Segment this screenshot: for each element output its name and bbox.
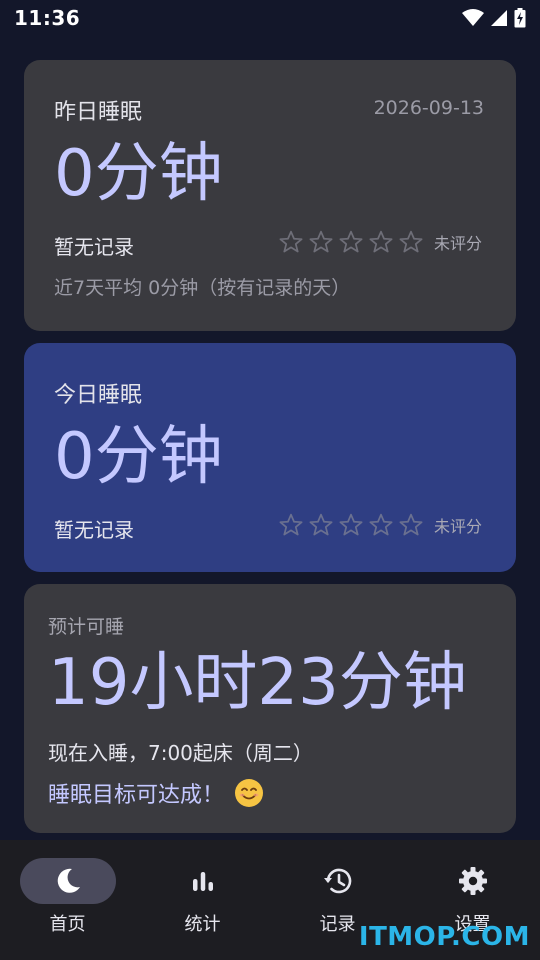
star-icon[interactable] (308, 229, 334, 255)
yesterday-title: 昨日睡眠 (54, 100, 143, 125)
smile-emoji-icon (235, 779, 264, 807)
star-icon[interactable] (398, 512, 424, 538)
weekly-average: 近7天平均 0分钟（按有记录的天） (54, 277, 351, 299)
estimate-title: 预计可睡 (48, 616, 125, 638)
nav-label: 统计 (184, 914, 221, 935)
bar-chart-icon (192, 872, 213, 891)
nav-home[interactable]: 首页 (0, 840, 135, 960)
wifi-icon (462, 9, 484, 26)
star-icon[interactable] (368, 512, 394, 538)
yesterday-rating[interactable]: 未评分 (278, 229, 482, 255)
status-icons (462, 8, 526, 28)
history-icon (323, 868, 351, 894)
today-rating[interactable]: 未评分 (278, 512, 482, 538)
wake-time-info: 现在入睡，7:00起床（周二） (48, 741, 313, 765)
yesterday-record-status: 暂无记录 (54, 235, 134, 259)
estimate-duration: 19小时23分钟 (48, 646, 467, 720)
rating-label: 未评分 (433, 234, 482, 253)
today-title: 今日睡眠 (54, 383, 143, 408)
nav-icon-container (290, 858, 386, 904)
star-icon[interactable] (338, 229, 364, 255)
yesterday-sleep-card[interactable]: 昨日睡眠 2026-09-13 0分钟 暂无记录 未评分 近7天平均 0分钟（按… (24, 60, 516, 331)
yesterday-duration: 0分钟 (54, 137, 223, 211)
star-icon[interactable] (338, 512, 364, 538)
today-sleep-card[interactable]: 今日睡眠 0分钟 暂无记录 未评分 (24, 343, 516, 572)
nav-label: 记录 (319, 914, 356, 935)
rating-label: 未评分 (433, 517, 482, 536)
moon-icon (57, 868, 80, 893)
nav-icon-container (425, 858, 521, 904)
battery-icon (514, 8, 526, 28)
star-icon[interactable] (308, 512, 334, 538)
star-icon[interactable] (398, 229, 424, 255)
nav-icon-container (155, 858, 251, 904)
status-bar: 11:36 (0, 0, 540, 36)
watermark: ITMOP.COM (358, 922, 530, 952)
nav-stats[interactable]: 统计 (135, 840, 270, 960)
signal-icon (491, 10, 507, 26)
today-record-status: 暂无记录 (54, 518, 134, 542)
gear-icon (458, 867, 487, 895)
star-icon[interactable] (368, 229, 394, 255)
sleep-goal-message: 睡眠目标可达成！ (48, 777, 264, 809)
goal-text: 睡眠目标可达成！ (48, 783, 225, 808)
yesterday-date: 2026-09-13 (373, 97, 484, 119)
star-icon[interactable] (278, 229, 304, 255)
today-duration: 0分钟 (54, 420, 223, 494)
star-icon[interactable] (278, 512, 304, 538)
estimated-sleep-card: 预计可睡 19小时23分钟 现在入睡，7:00起床（周二） 睡眠目标可达成！ (24, 584, 516, 833)
status-time: 11:36 (14, 6, 81, 30)
nav-active-indicator (19, 858, 116, 904)
nav-label: 首页 (49, 914, 86, 935)
